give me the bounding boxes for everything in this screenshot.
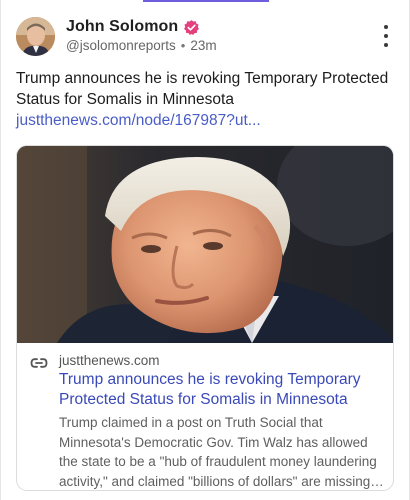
author-row: John Solomon xyxy=(66,17,200,37)
author-name[interactable]: John Solomon xyxy=(66,18,178,36)
post-view: John Solomon @jsolomonreports • 23m Trum… xyxy=(0,0,410,500)
post-time: 23m xyxy=(190,38,217,53)
post-meta: @jsolomonreports • 23m xyxy=(66,38,217,53)
post-link[interactable]: justthenews.com/node/167987?ut... xyxy=(16,112,261,129)
link-preview-domain: justthenews.com xyxy=(59,353,160,368)
post-text: Trump announces he is revoking Temporary… xyxy=(16,68,391,131)
more-vertical-icon[interactable] xyxy=(379,25,393,47)
link-preview-title[interactable]: Trump announces he is revoking Temporary… xyxy=(59,370,379,410)
tab-indicator xyxy=(143,0,269,2)
post-header: John Solomon @jsolomonreports • 23m xyxy=(16,17,397,57)
link-preview-description: Trump claimed in a post on Truth Social … xyxy=(59,415,385,489)
link-preview-image[interactable] xyxy=(17,146,393,343)
author-handle[interactable]: @jsolomonreports xyxy=(66,38,176,53)
link-icon xyxy=(30,356,48,368)
meta-separator: • xyxy=(180,38,186,53)
avatar[interactable] xyxy=(16,17,55,56)
post-text-content: Trump announces he is revoking Temporary… xyxy=(16,70,389,108)
verified-badge-icon xyxy=(183,19,200,36)
link-preview-card[interactable]: justthenews.com Trump announces he is re… xyxy=(16,145,394,491)
